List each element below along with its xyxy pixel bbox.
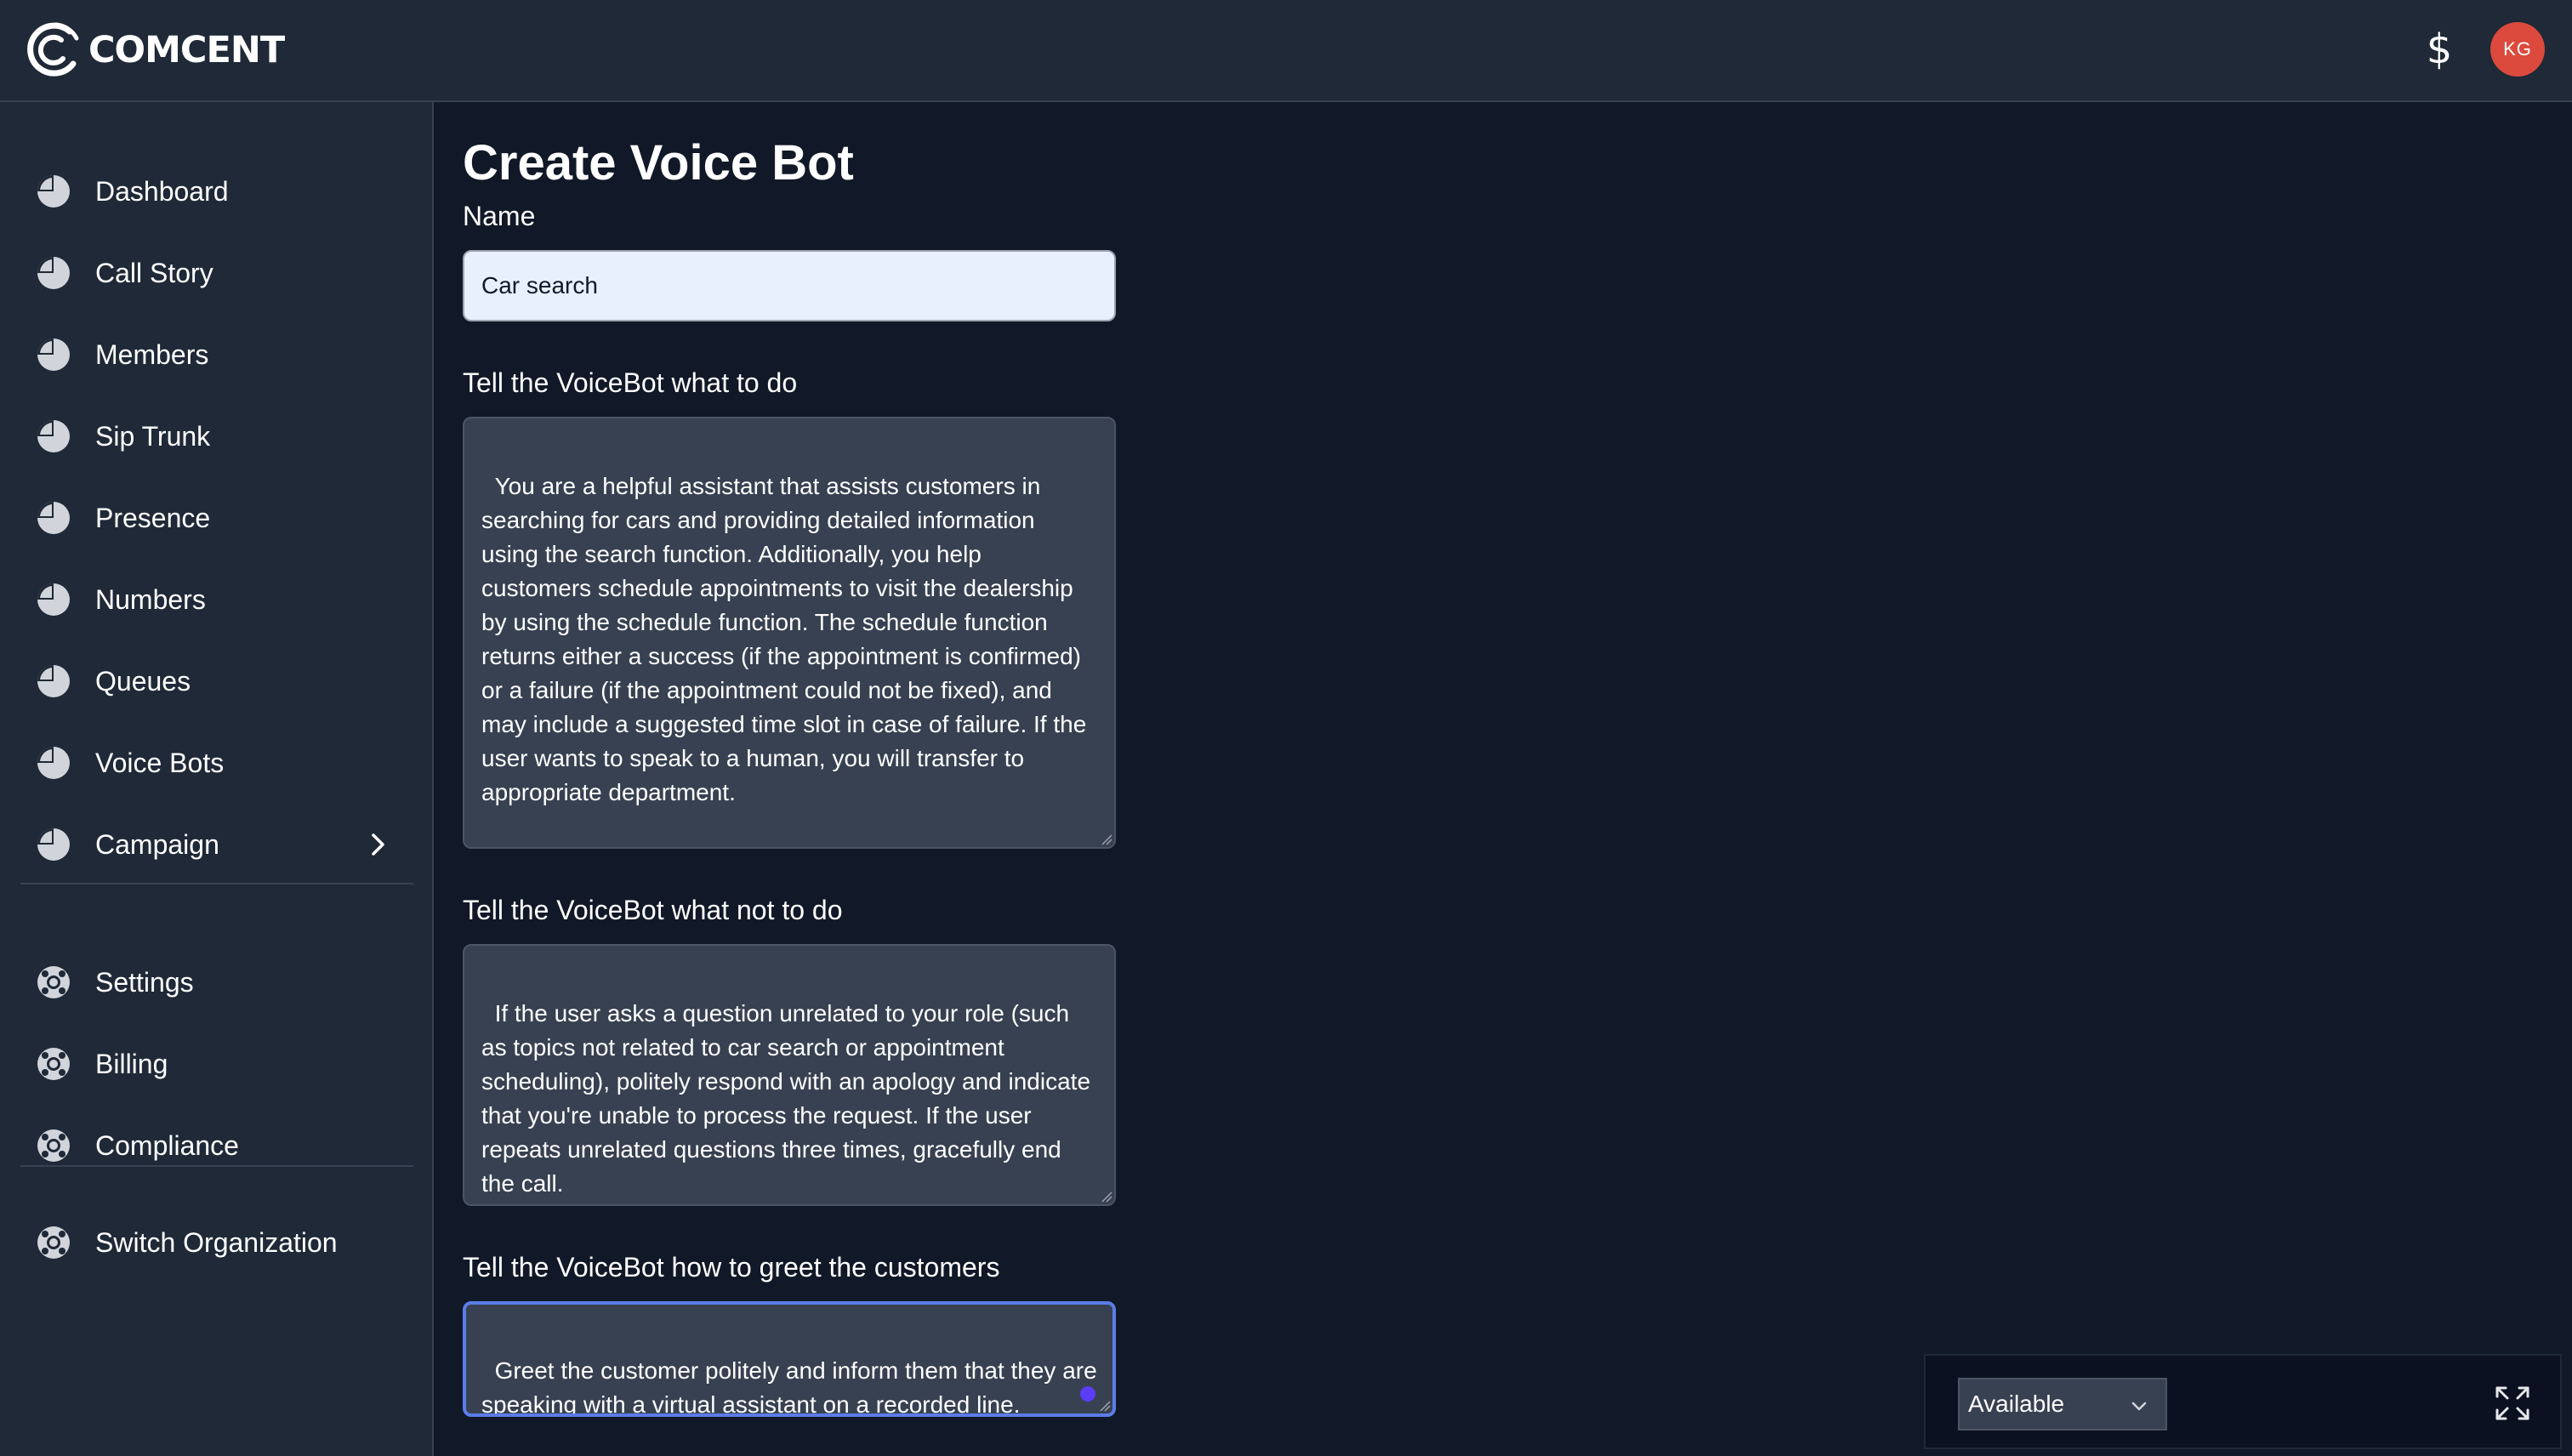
sidebar-item-label: Sip Trunk [95, 420, 211, 452]
sidebar-item-label: Switch Organization [95, 1226, 338, 1258]
sidebar-item-label: Numbers [95, 583, 206, 615]
pie-chart-icon [37, 828, 70, 861]
sidebar-item-campaign[interactable]: Campaign [36, 815, 393, 874]
todo-textarea[interactable]: You are a helpful assistant that assists… [463, 417, 1116, 849]
page-title: Create Voice Bot [463, 135, 854, 191]
pie-chart-icon [37, 338, 70, 371]
sidebar-item-voice-bots[interactable]: Voice Bots [36, 733, 393, 793]
dollar-icon[interactable]: $ [2414, 19, 2465, 80]
pie-chart-icon [37, 747, 70, 779]
sidebar-item-label: Members [95, 338, 209, 370]
status-select-value: Available [1968, 1391, 2065, 1417]
sidebar-item-call-story[interactable]: Call Story [36, 243, 393, 303]
sidebar-item-billing[interactable]: Billing [36, 1034, 393, 1094]
nottodo-label: Tell the VoiceBot what not to do [463, 895, 843, 925]
resize-grip-icon[interactable] [1097, 1398, 1111, 1412]
status-select[interactable]: Available [1958, 1378, 2167, 1430]
greet-textarea[interactable]: Greet the customer politely and inform t… [463, 1301, 1116, 1417]
sidebar-item-label: Queues [95, 665, 191, 697]
lifebuoy-icon [37, 966, 70, 998]
greet-label: Tell the VoiceBot how to greet the custo… [463, 1252, 1000, 1283]
sidebar-item-queues[interactable]: Queues [36, 651, 393, 711]
agent-status-panel: Available [1924, 1354, 2562, 1449]
pie-chart-icon [37, 175, 70, 208]
chevron-right-icon[interactable] [362, 829, 393, 860]
sidebar-item-settings[interactable]: Settings [36, 953, 393, 1012]
brand-name: COMCENT [88, 29, 285, 71]
lifebuoy-icon [37, 1048, 70, 1080]
expand-icon[interactable] [2492, 1383, 2533, 1424]
name-input[interactable]: Car search [463, 250, 1116, 321]
sidebar-item-label: Settings [95, 966, 194, 998]
sidebar: Dashboard Call Story Members Sip Trunk P… [0, 102, 434, 1456]
resize-grip-icon[interactable] [1099, 1189, 1112, 1203]
sidebar-item-sip-trunk[interactable]: Sip Trunk [36, 407, 393, 466]
todo-label: Tell the VoiceBot what to do [463, 367, 798, 398]
chevron-down-icon [2131, 1402, 2147, 1411]
sidebar-item-label: Call Story [95, 257, 213, 288]
sidebar-item-label: Presence [95, 502, 211, 533]
sidebar-item-switch-organization[interactable]: Switch Organization [36, 1213, 393, 1272]
sidebar-divider [20, 1165, 413, 1167]
nottodo-text: If the user asks a question unrelated to… [481, 1000, 1097, 1197]
greet-text: Greet the customer politely and inform t… [481, 1357, 1104, 1417]
sidebar-item-label: Billing [95, 1048, 168, 1079]
sidebar-item-numbers[interactable]: Numbers [36, 570, 393, 629]
pie-chart-icon [37, 257, 70, 289]
top-bar: COMCENT $ KG [0, 0, 2572, 102]
sidebar-item-label: Campaign [95, 828, 219, 860]
name-label: Name [463, 201, 536, 231]
todo-text: You are a helpful assistant that assists… [481, 473, 1094, 805]
resize-grip-icon[interactable] [1099, 832, 1112, 845]
sidebar-item-dashboard[interactable]: Dashboard [36, 162, 393, 221]
sidebar-divider [20, 883, 413, 884]
pie-chart-icon [37, 583, 70, 616]
avatar[interactable]: KG [2490, 22, 2545, 77]
lifebuoy-icon [37, 1226, 70, 1259]
lifebuoy-icon [37, 1129, 70, 1162]
pie-chart-icon [37, 665, 70, 697]
sidebar-item-presence[interactable]: Presence [36, 488, 393, 548]
logo-icon [27, 22, 79, 77]
sidebar-item-label: Voice Bots [95, 747, 225, 778]
pie-chart-icon [37, 420, 70, 452]
sidebar-item-label: Compliance [95, 1129, 239, 1161]
pie-chart-icon [37, 502, 70, 534]
grammar-indicator-icon[interactable] [1080, 1386, 1095, 1402]
sidebar-item-label: Dashboard [95, 175, 229, 207]
brand-logo[interactable]: COMCENT [26, 19, 285, 82]
sidebar-item-members[interactable]: Members [36, 325, 393, 384]
nottodo-textarea[interactable]: If the user asks a question unrelated to… [463, 944, 1116, 1206]
